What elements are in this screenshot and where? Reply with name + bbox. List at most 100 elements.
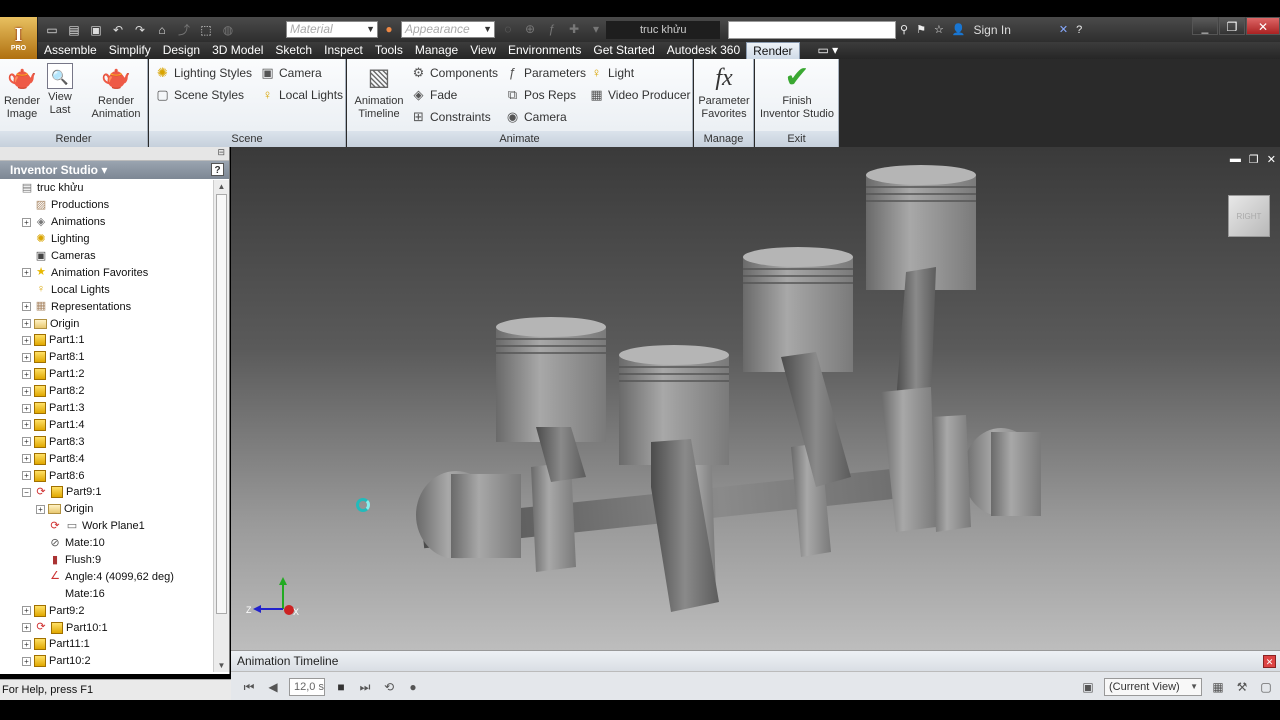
expand-icon[interactable]: +	[22, 319, 31, 329]
tree-node[interactable]: ✺ Lighting	[0, 231, 212, 248]
animation-options-icon[interactable]: ⚒	[1234, 679, 1250, 695]
help-icon[interactable]: ?	[1076, 24, 1082, 36]
restore-window-button[interactable]: ❐	[1219, 17, 1245, 35]
expand-icon[interactable]: +	[22, 302, 31, 312]
tab-overflow-icon[interactable]: ▭ ▾	[812, 42, 845, 59]
color-icon[interactable]: ◍	[220, 23, 236, 37]
return-icon[interactable]: ⤴	[176, 23, 192, 37]
expand-icon[interactable]: +	[22, 369, 31, 379]
expand-icon[interactable]: +	[22, 623, 31, 633]
tree-node[interactable]: + Part8:3	[0, 433, 212, 450]
tree-node[interactable]: + ⟳ Part10:1	[0, 619, 212, 636]
tree-node[interactable]: ⊘ Mate:10	[0, 535, 212, 552]
tree-node[interactable]: ▨ Productions	[0, 197, 212, 214]
finish-inventor-studio-button[interactable]: ✔ Finish Inventor Studio	[757, 63, 837, 121]
tab-view[interactable]: View	[464, 42, 502, 59]
record-icon[interactable]: ●	[405, 679, 421, 695]
scroll-down-icon[interactable]: ▼	[214, 659, 229, 672]
tab-tools[interactable]: Tools	[369, 42, 409, 59]
animation-timeline-button[interactable]: ▧ Animation Timeline	[351, 63, 407, 121]
appearance-select[interactable]: Appearance ▼	[401, 21, 495, 38]
animate-light-button[interactable]: ♀ Light	[589, 65, 634, 80]
browser-help-icon[interactable]: ?	[211, 163, 224, 176]
undo-icon[interactable]: ↶	[110, 23, 126, 37]
tree-node[interactable]: ▣ Cameras	[0, 248, 212, 265]
expand-icon[interactable]: +	[22, 606, 31, 616]
zoom-icon[interactable]: ⊕	[522, 22, 538, 36]
tree-node[interactable]: ∠ Angle:4 (4099,62 deg)	[0, 568, 212, 585]
subscription-icon[interactable]: ⚑	[916, 23, 926, 36]
tree-node[interactable]: + Origin	[0, 315, 212, 332]
tab-get-started[interactable]: Get Started	[587, 42, 660, 59]
tree-node[interactable]: + Origin	[0, 501, 212, 518]
graphics-viewport[interactable]: ▬ ❐ ✕ RIGHT Z X	[231, 147, 1280, 650]
tab-sketch[interactable]: Sketch	[269, 42, 318, 59]
animate-camera-button[interactable]: ◉ Camera	[505, 109, 567, 124]
tree-node[interactable]: + Part1:1	[0, 332, 212, 349]
tree-node[interactable]: + ★ Animation Favorites	[0, 264, 212, 281]
view-last-button[interactable]: 🔍 View Last	[42, 63, 78, 117]
tree-node[interactable]: ▮ Flush:9	[0, 552, 212, 569]
scrollbar-thumb[interactable]	[216, 194, 227, 614]
new-file-icon[interactable]: ▭	[44, 23, 60, 37]
play-reverse-icon[interactable]: ◀	[265, 679, 281, 695]
video-producer-button[interactable]: ▦ Video Producer	[589, 87, 690, 102]
browser-pin-icon[interactable]: ⊟	[217, 147, 225, 158]
tree-node[interactable]: Mate:16	[0, 585, 212, 602]
fx-icon[interactable]: ƒ	[544, 22, 560, 36]
animate-components-button[interactable]: ⚙ Components	[411, 65, 498, 80]
expand-icon[interactable]: +	[36, 504, 45, 514]
expand-icon[interactable]: +	[22, 420, 31, 430]
expand-icon[interactable]: +	[22, 352, 31, 362]
close-window-button[interactable]: ✕	[1246, 17, 1280, 35]
cross-icon[interactable]: ✚	[566, 22, 582, 36]
tree-node[interactable]: + ▦ Representations	[0, 298, 212, 315]
render-image-button[interactable]: 🫖 Render Image	[2, 63, 42, 121]
parameter-favorites-button[interactable]: fx Parameter Favorites	[696, 63, 752, 121]
animate-pos-reps-button[interactable]: ⧉ Pos Reps	[505, 87, 576, 102]
browser-header[interactable]: Inventor Studio ▾ ?	[0, 161, 229, 179]
repeat-icon[interactable]: ⟲	[381, 679, 397, 695]
expand-icon[interactable]: +	[22, 403, 31, 413]
scene-camera-button[interactable]: ▣ Camera	[260, 65, 321, 80]
animate-parameters-button[interactable]: ƒ Parameters	[505, 65, 586, 80]
select-icon[interactable]: ⬚	[198, 23, 214, 37]
measure-icon[interactable]: ◌	[500, 22, 516, 36]
tree-node[interactable]: ⟳ ▭ Work Plane1	[0, 518, 212, 535]
expand-action-editor-icon[interactable]: ▢	[1258, 679, 1274, 695]
home-icon[interactable]: ⌂	[154, 23, 170, 37]
save-icon[interactable]: ▣	[88, 23, 104, 37]
lighting-styles-button[interactable]: ✺ Lighting Styles	[155, 65, 252, 80]
close-timeline-icon[interactable]: ✕	[1263, 655, 1276, 668]
minimize-window-button[interactable]: _	[1192, 17, 1218, 35]
tree-node[interactable]: + Part8:1	[0, 349, 212, 366]
open-file-icon[interactable]: ▤	[66, 23, 82, 37]
animate-fade-button[interactable]: ◈ Fade	[411, 87, 458, 102]
tree-node[interactable]: + Part9:2	[0, 602, 212, 619]
tree-node[interactable]: + Part8:6	[0, 467, 212, 484]
browser-scrollbar[interactable]: ▲ ▼	[213, 180, 229, 672]
binoculars-icon[interactable]: ⚲	[900, 23, 908, 36]
piston-2[interactable]	[619, 345, 729, 612]
tab-manage[interactable]: Manage	[409, 42, 464, 59]
tree-node[interactable]: ♀ Local Lights	[0, 281, 212, 298]
tree-node[interactable]: − ⟳ Part9:1	[0, 484, 212, 501]
timeline-time-field[interactable]: 12,0 s	[289, 678, 325, 696]
camera-view-select[interactable]: (Current View) ▼	[1104, 678, 1202, 696]
tree-node[interactable]: + Part1:4	[0, 416, 212, 433]
tree-node[interactable]: + Part11:1	[0, 636, 212, 653]
dropdown-icon[interactable]: ▾	[588, 22, 604, 36]
application-menu-button[interactable]: I PRO	[0, 17, 38, 59]
exchange-icon[interactable]: ✕	[1059, 23, 1068, 36]
tree-node[interactable]: + Part8:4	[0, 450, 212, 467]
tree-node[interactable]: ▤ truc khửu	[0, 180, 212, 197]
go-to-end-icon[interactable]: ⏭	[357, 679, 373, 695]
tree-node[interactable]: + Part10:2	[0, 653, 212, 670]
tree-node[interactable]: + Part1:2	[0, 366, 212, 383]
material-select[interactable]: Material ▼	[286, 21, 378, 38]
search-input[interactable]	[728, 21, 896, 39]
expand-icon[interactable]: +	[22, 639, 31, 649]
tree-node[interactable]: + Part1:3	[0, 400, 212, 417]
render-animation-button[interactable]: 🫖 Render Animation	[86, 63, 146, 121]
camera-icon[interactable]: ▣	[1080, 679, 1096, 695]
